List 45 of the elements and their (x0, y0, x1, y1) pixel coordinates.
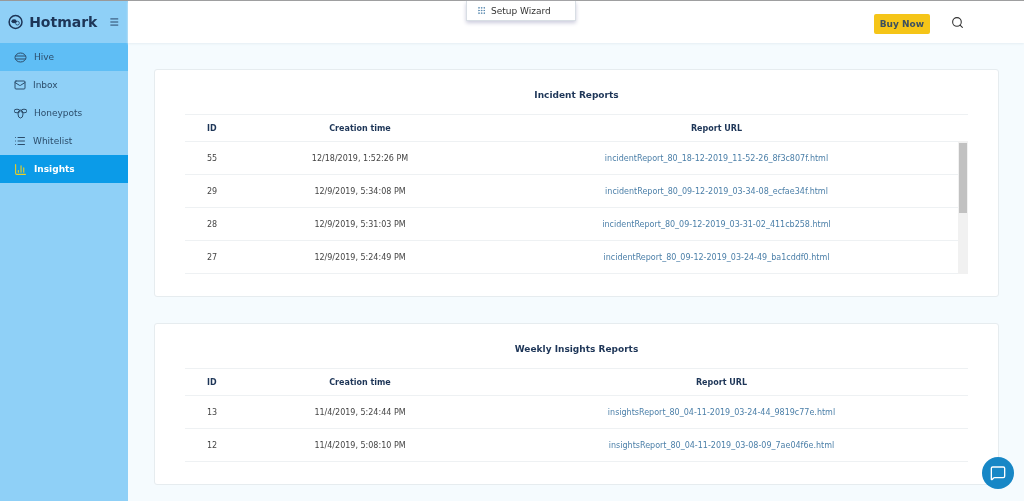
sidebar-item[interactable]: Hive (0, 43, 128, 71)
report-link[interactable]: incidentReport_80_09-12-2019_03-31-02_411cb258.html (475, 219, 958, 229)
report-link[interactable]: incidentReport_80_09-12-2019_03-24-49_ba1cddf0.html (475, 252, 958, 262)
card-title: Incident Reports (185, 82, 968, 115)
bee-icon (14, 107, 27, 119)
list-icon (14, 135, 26, 147)
column-header: Creation time (328, 123, 392, 133)
grid-icon (477, 6, 486, 15)
table-cell-text: 11/4/2019, 5:24:44 PM (313, 407, 407, 417)
sidebar-item[interactable]: Inbox (0, 71, 128, 99)
column-header: Creation time (328, 377, 392, 387)
report-link[interactable]: insightsReport_80_04-11-2019_03-24-44_9819c77e.html (475, 407, 968, 417)
mail-icon (14, 79, 26, 91)
table-cell-text: 12/9/2019, 5:31:03 PM (313, 219, 407, 229)
column-header: Report URL (689, 123, 744, 133)
column-header: ID (206, 123, 218, 133)
report-link[interactable]: incidentReport_80_18-12-2019_11-52-26_8f3c807f.html (475, 153, 958, 163)
table-cell-text: 28 (206, 219, 219, 229)
column-header: Report URL (694, 377, 749, 387)
table-cell-text: 12/9/2019, 5:24:49 PM (313, 252, 407, 262)
brand-name: Hotmark (29, 14, 98, 30)
report-link[interactable]: incidentReport_80_09-12-2019_03-34-08_ecfae34f.html (475, 186, 958, 196)
table-cell-text: 12/18/2019, 1:52:26 PM (310, 153, 410, 163)
chart-icon (14, 162, 27, 176)
scrollbar[interactable] (958, 141, 968, 274)
hive-icon (14, 51, 27, 63)
setup-wizard-button[interactable]: Setup Wizard (466, 1, 576, 21)
menu-icon[interactable] (109, 15, 120, 29)
table-cell-text: 12/9/2019, 5:34:08 PM (313, 186, 407, 196)
table-cell-text: 11/4/2019, 5:08:10 PM (313, 440, 407, 450)
card-title: Weekly Insights Reports (185, 336, 968, 369)
sidebar-item[interactable]: Honeypots (0, 99, 128, 127)
chat-icon (990, 465, 1006, 481)
column-header: ID (206, 377, 218, 387)
table-cell-text: 13 (206, 407, 219, 417)
logo-icon (8, 12, 24, 32)
buy-now-button[interactable]: Buy Now (873, 14, 930, 34)
sidebar-item[interactable]: Insights (0, 155, 128, 183)
table-cell-text: 55 (206, 153, 219, 163)
table-cell-text: 29 (206, 186, 219, 196)
search-icon[interactable] (951, 16, 964, 29)
table-cell-text: 27 (206, 252, 219, 262)
table-cell-text: 12 (206, 440, 219, 450)
report-link[interactable]: insightsReport_80_04-11-2019_03-08-09_7ae04f6e.html (475, 440, 968, 450)
sidebar-item[interactable]: Whitelist (0, 127, 128, 155)
